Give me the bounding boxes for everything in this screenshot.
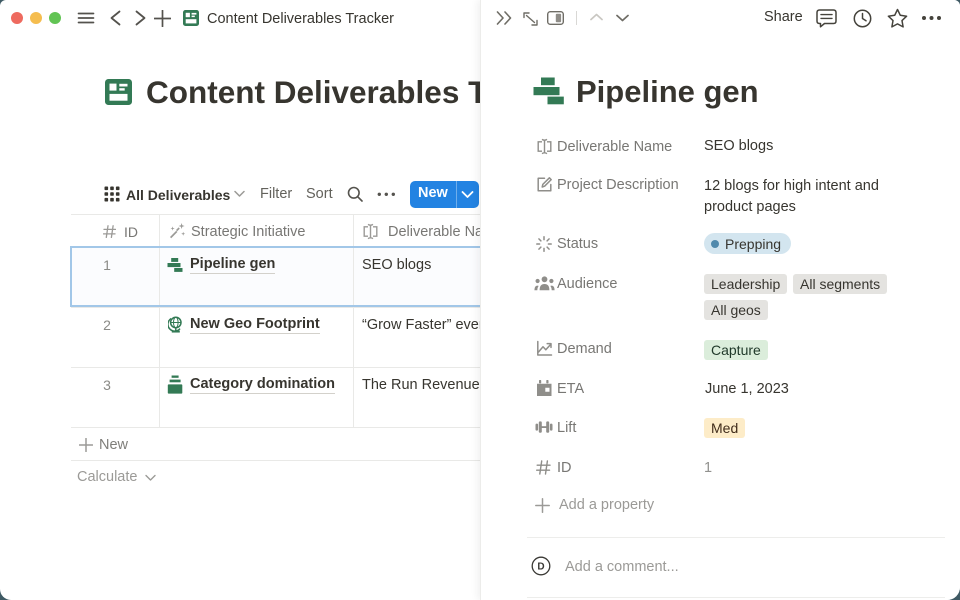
svg-text:D: D — [537, 562, 544, 573]
